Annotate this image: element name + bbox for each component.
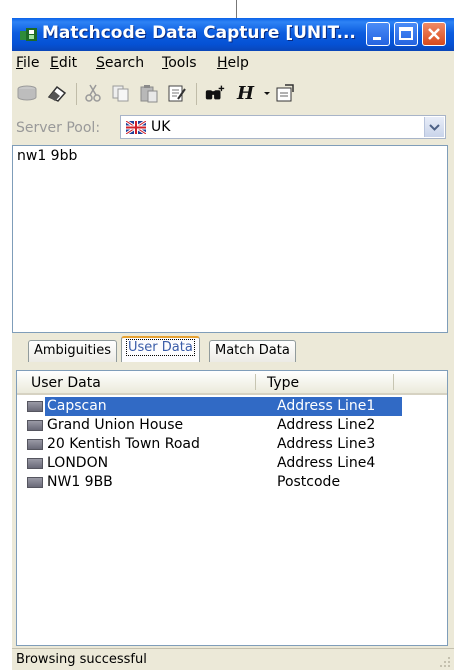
search-input-text: nw1 9bb — [17, 148, 78, 164]
app-icon — [20, 28, 37, 41]
tab-ambiguities[interactable]: Ambiguities — [28, 340, 118, 362]
cell-type: Postcode — [277, 474, 341, 490]
menu-search[interactable]: Search — [96, 55, 144, 71]
eraser-icon[interactable] — [46, 83, 68, 103]
list-header: User Data Type — [17, 371, 447, 395]
status-bar: Browsing successful — [12, 648, 454, 670]
toolbar-separator — [76, 83, 77, 105]
cell-type: Address Line2 — [277, 417, 376, 433]
cut-icon[interactable] — [82, 83, 104, 103]
server-pool-row: Server Pool: UK — [12, 111, 454, 145]
server-pool-select[interactable]: UK — [120, 115, 446, 139]
svg-text:H: H — [236, 83, 255, 103]
record-icon — [27, 477, 43, 488]
table-row[interactable]: LONDON Address Line4 — [27, 454, 405, 473]
menu-edit[interactable]: Edit — [50, 55, 77, 71]
tab-match-data[interactable]: Match Data — [209, 340, 296, 362]
cell-user-data: NW1 9BB — [47, 474, 113, 490]
status-text: Browsing successful — [16, 652, 147, 667]
column-header-user-data[interactable]: User Data — [31, 375, 101, 391]
cell-user-data: Capscan — [47, 398, 107, 414]
paste-icon[interactable] — [138, 83, 160, 103]
tab-strip: Ambiguities User Data Match Data — [12, 336, 454, 364]
tab-user-data[interactable]: User Data — [121, 336, 200, 362]
search-input[interactable]: nw1 9bb — [12, 145, 448, 333]
h-format-icon[interactable]: H — [234, 83, 256, 103]
cell-type: Address Line1 — [277, 398, 376, 414]
record-icon — [27, 439, 43, 450]
maximize-button[interactable] — [394, 22, 418, 46]
record-icon — [27, 401, 43, 412]
cell-type: Address Line4 — [277, 455, 376, 471]
cell-user-data: 20 Kentish Town Road — [47, 436, 200, 452]
column-divider[interactable] — [255, 374, 256, 390]
copy-icon[interactable] — [110, 83, 132, 103]
chevron-down-icon — [429, 124, 440, 131]
minimize-button[interactable] — [366, 22, 390, 46]
table-row[interactable]: Grand Union House Address Line2 — [27, 416, 405, 435]
close-button[interactable] — [422, 22, 446, 46]
cell-user-data: Grand Union House — [47, 417, 184, 433]
server-pool-value: UK — [151, 119, 171, 135]
app-window: Matchcode Data Capture [UNIT... File Edi… — [12, 18, 454, 670]
column-divider[interactable] — [393, 374, 394, 390]
clear-icon[interactable] — [166, 83, 188, 103]
menu-tools[interactable]: Tools — [162, 55, 197, 71]
cell-user-data: LONDON — [47, 455, 109, 471]
maximize-icon — [399, 27, 413, 40]
binoculars-plus-icon[interactable] — [204, 83, 226, 103]
database-icon[interactable] — [16, 83, 38, 103]
minimize-icon — [373, 37, 381, 40]
external-guide-line — [236, 0, 237, 18]
server-pool-dropdown-button[interactable] — [424, 117, 444, 137]
column-header-type[interactable]: Type — [267, 375, 299, 391]
resize-grip-icon[interactable] — [439, 656, 451, 668]
close-icon — [428, 28, 440, 40]
menu-file[interactable]: File — [16, 55, 39, 71]
user-data-list[interactable]: User Data Type Capscan Address Line1 Gra… — [16, 370, 448, 646]
server-pool-label: Server Pool: — [16, 120, 101, 136]
table-row[interactable]: NW1 9BB Postcode — [27, 473, 405, 492]
table-row[interactable]: 20 Kentish Town Road Address Line3 — [27, 435, 405, 454]
table-row[interactable]: Capscan Address Line1 — [27, 397, 405, 416]
uk-flag-icon — [126, 121, 146, 134]
record-icon — [27, 420, 43, 431]
toolbar: H — [12, 75, 454, 111]
window-title: Matchcode Data Capture [UNIT... — [42, 23, 356, 43]
toolbar-separator — [196, 83, 197, 105]
record-icon — [27, 458, 43, 469]
title-bar[interactable]: Matchcode Data Capture [UNIT... — [12, 18, 454, 51]
menu-help[interactable]: Help — [217, 55, 249, 71]
menu-bar: File Edit Search Tools Help — [12, 51, 454, 75]
properties-icon[interactable] — [274, 83, 296, 103]
cell-type: Address Line3 — [277, 436, 376, 452]
